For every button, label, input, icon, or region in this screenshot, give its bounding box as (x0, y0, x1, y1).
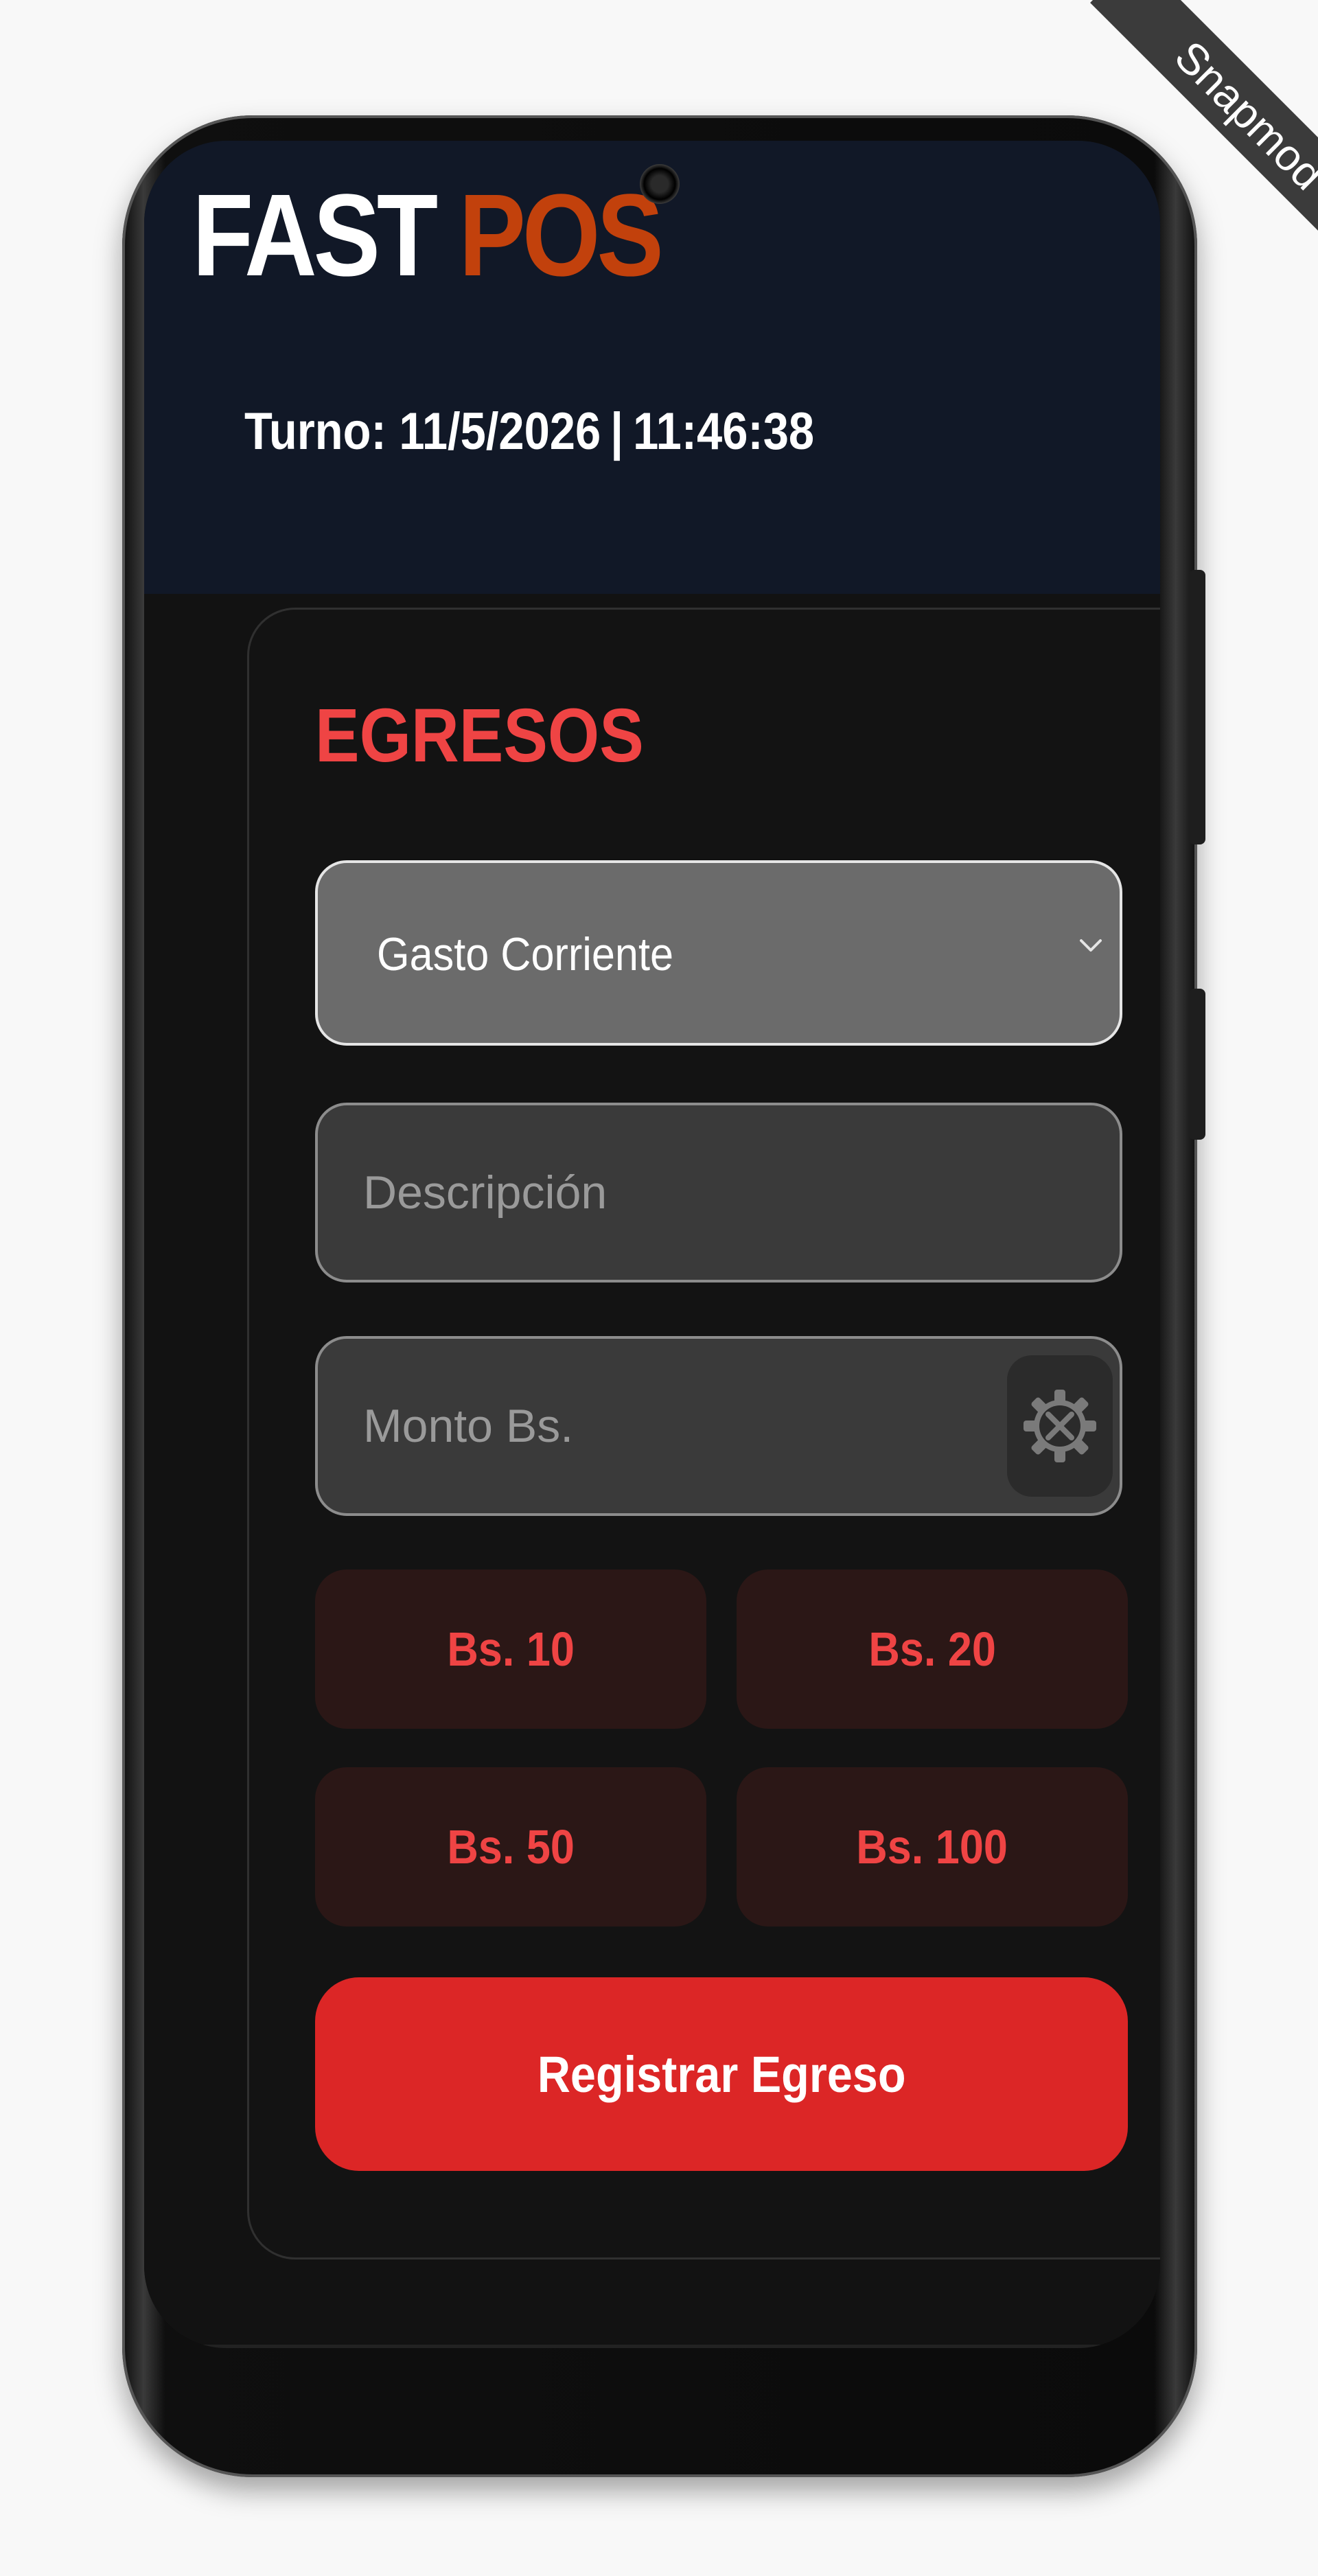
shift-label: Turno: (244, 402, 386, 461)
front-camera (640, 164, 680, 204)
quick-amount-label: Bs. 100 (856, 1820, 1008, 1874)
description-input[interactable] (318, 1105, 1120, 1280)
form-title: EGRESOS (315, 693, 644, 778)
gear-tools-icon (1024, 1390, 1096, 1462)
shift-date: 11/5/2026 (399, 402, 601, 461)
amount-tools-button[interactable] (1007, 1355, 1113, 1497)
quick-amount-button-100[interactable]: Bs. 100 (737, 1767, 1128, 1927)
bottom-bar (144, 2345, 1160, 2348)
logo-primary-text: FAST (192, 170, 438, 301)
quick-amount-label: Bs. 10 (447, 1622, 575, 1676)
shift-time: 11:46:38 (633, 402, 815, 461)
logo-secondary-text: POS (459, 170, 663, 301)
register-expense-button[interactable]: Registrar Egreso (315, 1977, 1128, 2171)
shift-separator: | (610, 402, 623, 461)
watermark-ribbon: Snapmod (1043, 0, 1318, 275)
shift-info: Turno: 11/5/2026 | 11:46:38 (244, 402, 814, 461)
description-field[interactable] (315, 1103, 1122, 1283)
watermark-label: Snapmod (1090, 0, 1318, 275)
expense-form-card: EGRESOS Gasto Corriente Descripción Mont… (247, 608, 1160, 2259)
quick-amount-button-50[interactable]: Bs. 50 (315, 1767, 706, 1927)
quick-amount-button-20[interactable]: Bs. 20 (737, 1569, 1128, 1729)
quick-amount-label: Bs. 20 (868, 1622, 996, 1676)
phone-side-button-power (1189, 989, 1205, 1140)
phone-side-button-volume (1189, 570, 1205, 844)
quick-amount-button-10[interactable]: Bs. 10 (315, 1569, 706, 1729)
category-select[interactable]: Gasto Corriente (315, 860, 1122, 1046)
app-screen: FAST POS Turno: 11/5/2026 | 11:46:38 EGRES… (144, 141, 1160, 2348)
amount-input[interactable] (318, 1339, 1120, 1513)
quick-amount-label: Bs. 50 (447, 1820, 575, 1874)
amount-field[interactable] (315, 1336, 1122, 1516)
chevron-down-icon (1080, 939, 1102, 952)
app-logo: FAST POS (192, 168, 664, 303)
register-expense-label: Registrar Egreso (537, 2045, 906, 2103)
category-selected-value: Gasto Corriente (377, 928, 673, 980)
app-header: FAST POS Turno: 11/5/2026 | 11:46:38 (144, 141, 1160, 594)
